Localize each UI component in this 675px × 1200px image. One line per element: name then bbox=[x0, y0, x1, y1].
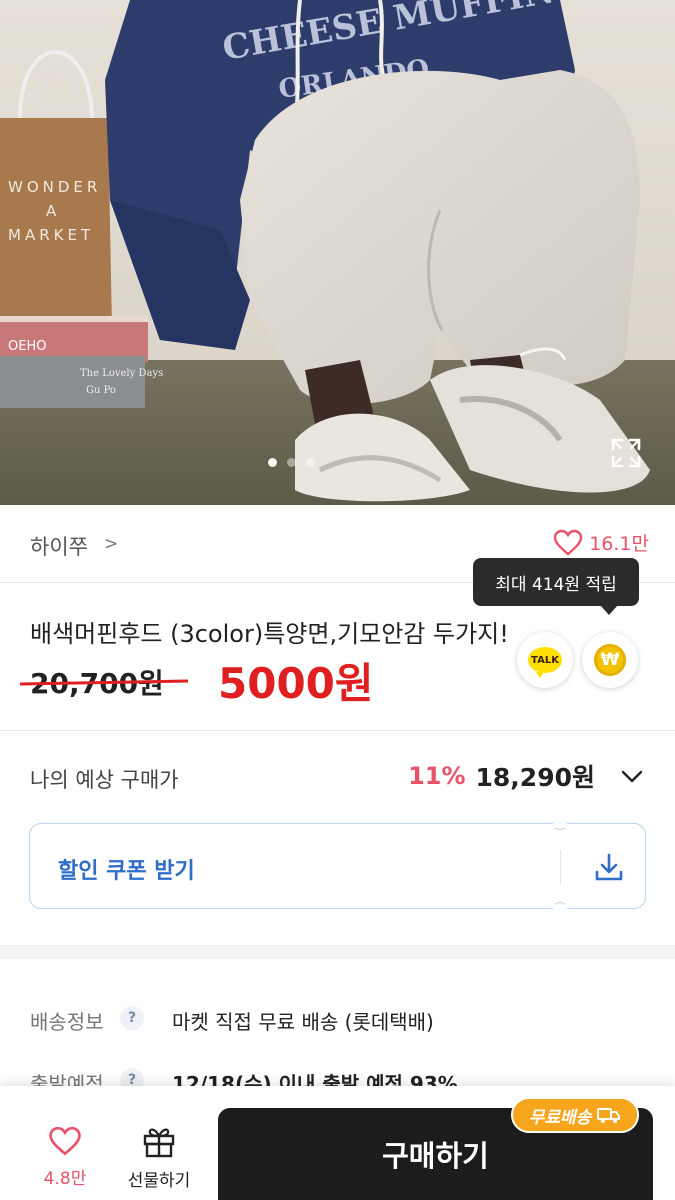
carousel-indicator bbox=[268, 458, 315, 467]
coupon-notch bbox=[553, 816, 567, 830]
carousel-dot-3 bbox=[306, 458, 315, 467]
like-button[interactable]: 16.1만 bbox=[553, 529, 649, 556]
expected-price-toggle[interactable]: 11% 18,290원 bbox=[408, 758, 645, 794]
reward-tooltip: 최대 414원 적립 bbox=[473, 558, 639, 615]
gift-icon bbox=[143, 1128, 175, 1158]
like-count: 16.1만 bbox=[589, 533, 649, 555]
expected-discount-rate: 11% bbox=[408, 762, 466, 790]
product-photo[interactable]: WONDER A MARKET OEHO The Lovely Days Gu … bbox=[0, 0, 675, 505]
chevron-down-icon bbox=[621, 770, 643, 783]
product-photo-illustration: WONDER A MARKET OEHO The Lovely Days Gu … bbox=[0, 0, 675, 505]
book-text-2: The Lovely Days bbox=[80, 368, 163, 379]
truck-icon bbox=[597, 1108, 621, 1123]
chevron-right-icon[interactable]: > bbox=[104, 534, 118, 554]
expected-price-label: 나의 예상 구매가 bbox=[30, 768, 179, 792]
book-text-1: OEHO bbox=[8, 339, 46, 354]
bag-text-2: A bbox=[46, 202, 57, 220]
wishlist-count: 4.8만 bbox=[43, 1169, 87, 1189]
section-separator bbox=[0, 945, 675, 959]
shipping-info-label: 배송정보 bbox=[30, 1010, 104, 1034]
product-title: 배색머핀후드 (3color)특양면,기모안감 두가지! bbox=[30, 620, 509, 648]
coupon-download-button[interactable]: 할인 쿠폰 받기 bbox=[29, 816, 646, 916]
heart-icon bbox=[554, 529, 583, 556]
won-coin-icon: ₩ bbox=[594, 644, 626, 676]
carousel-dot-1 bbox=[268, 458, 277, 467]
buy-button-label: 구매하기 bbox=[382, 1139, 489, 1173]
expected-price-value: 18,290원 bbox=[475, 763, 595, 792]
book-text-3: Gu Po bbox=[86, 385, 116, 396]
won-symbol: ₩ bbox=[600, 650, 620, 670]
kakao-talk-button[interactable]: TALK bbox=[517, 632, 573, 688]
heart-icon bbox=[49, 1126, 81, 1156]
gift-label: 선물하기 bbox=[127, 1171, 191, 1191]
coupon-separator bbox=[560, 850, 561, 884]
gift-button[interactable]: 선물하기 bbox=[118, 1124, 200, 1191]
seller-name-link[interactable]: 하이쭈 bbox=[30, 531, 88, 561]
reward-button[interactable]: ₩ bbox=[582, 632, 638, 688]
reward-tooltip-text: 최대 414원 적립 bbox=[495, 574, 617, 595]
coupon-notch bbox=[553, 902, 567, 916]
shipping-help-icon[interactable]: ? bbox=[120, 1006, 144, 1030]
free-shipping-label: 무료배송 bbox=[528, 1107, 592, 1128]
free-shipping-badge: 무료배송 bbox=[511, 1097, 639, 1133]
carousel-dot-2 bbox=[287, 458, 296, 467]
fullscreen-icon[interactable] bbox=[609, 436, 643, 470]
bag-text-3: MARKET bbox=[8, 226, 94, 244]
coupon-label: 할인 쿠폰 받기 bbox=[58, 859, 195, 884]
download-icon bbox=[595, 853, 623, 881]
shipping-info-value: 마켓 직접 무료 배송 (롯데택배) bbox=[172, 1010, 434, 1034]
wishlist-button[interactable]: 4.8만 bbox=[35, 1126, 95, 1189]
divider bbox=[0, 730, 675, 731]
talk-icon: TALK bbox=[528, 647, 562, 678]
sale-price: 5000원 bbox=[218, 659, 374, 708]
bag-text-1: WONDER bbox=[8, 178, 101, 196]
talk-icon-label: TALK bbox=[531, 654, 559, 666]
